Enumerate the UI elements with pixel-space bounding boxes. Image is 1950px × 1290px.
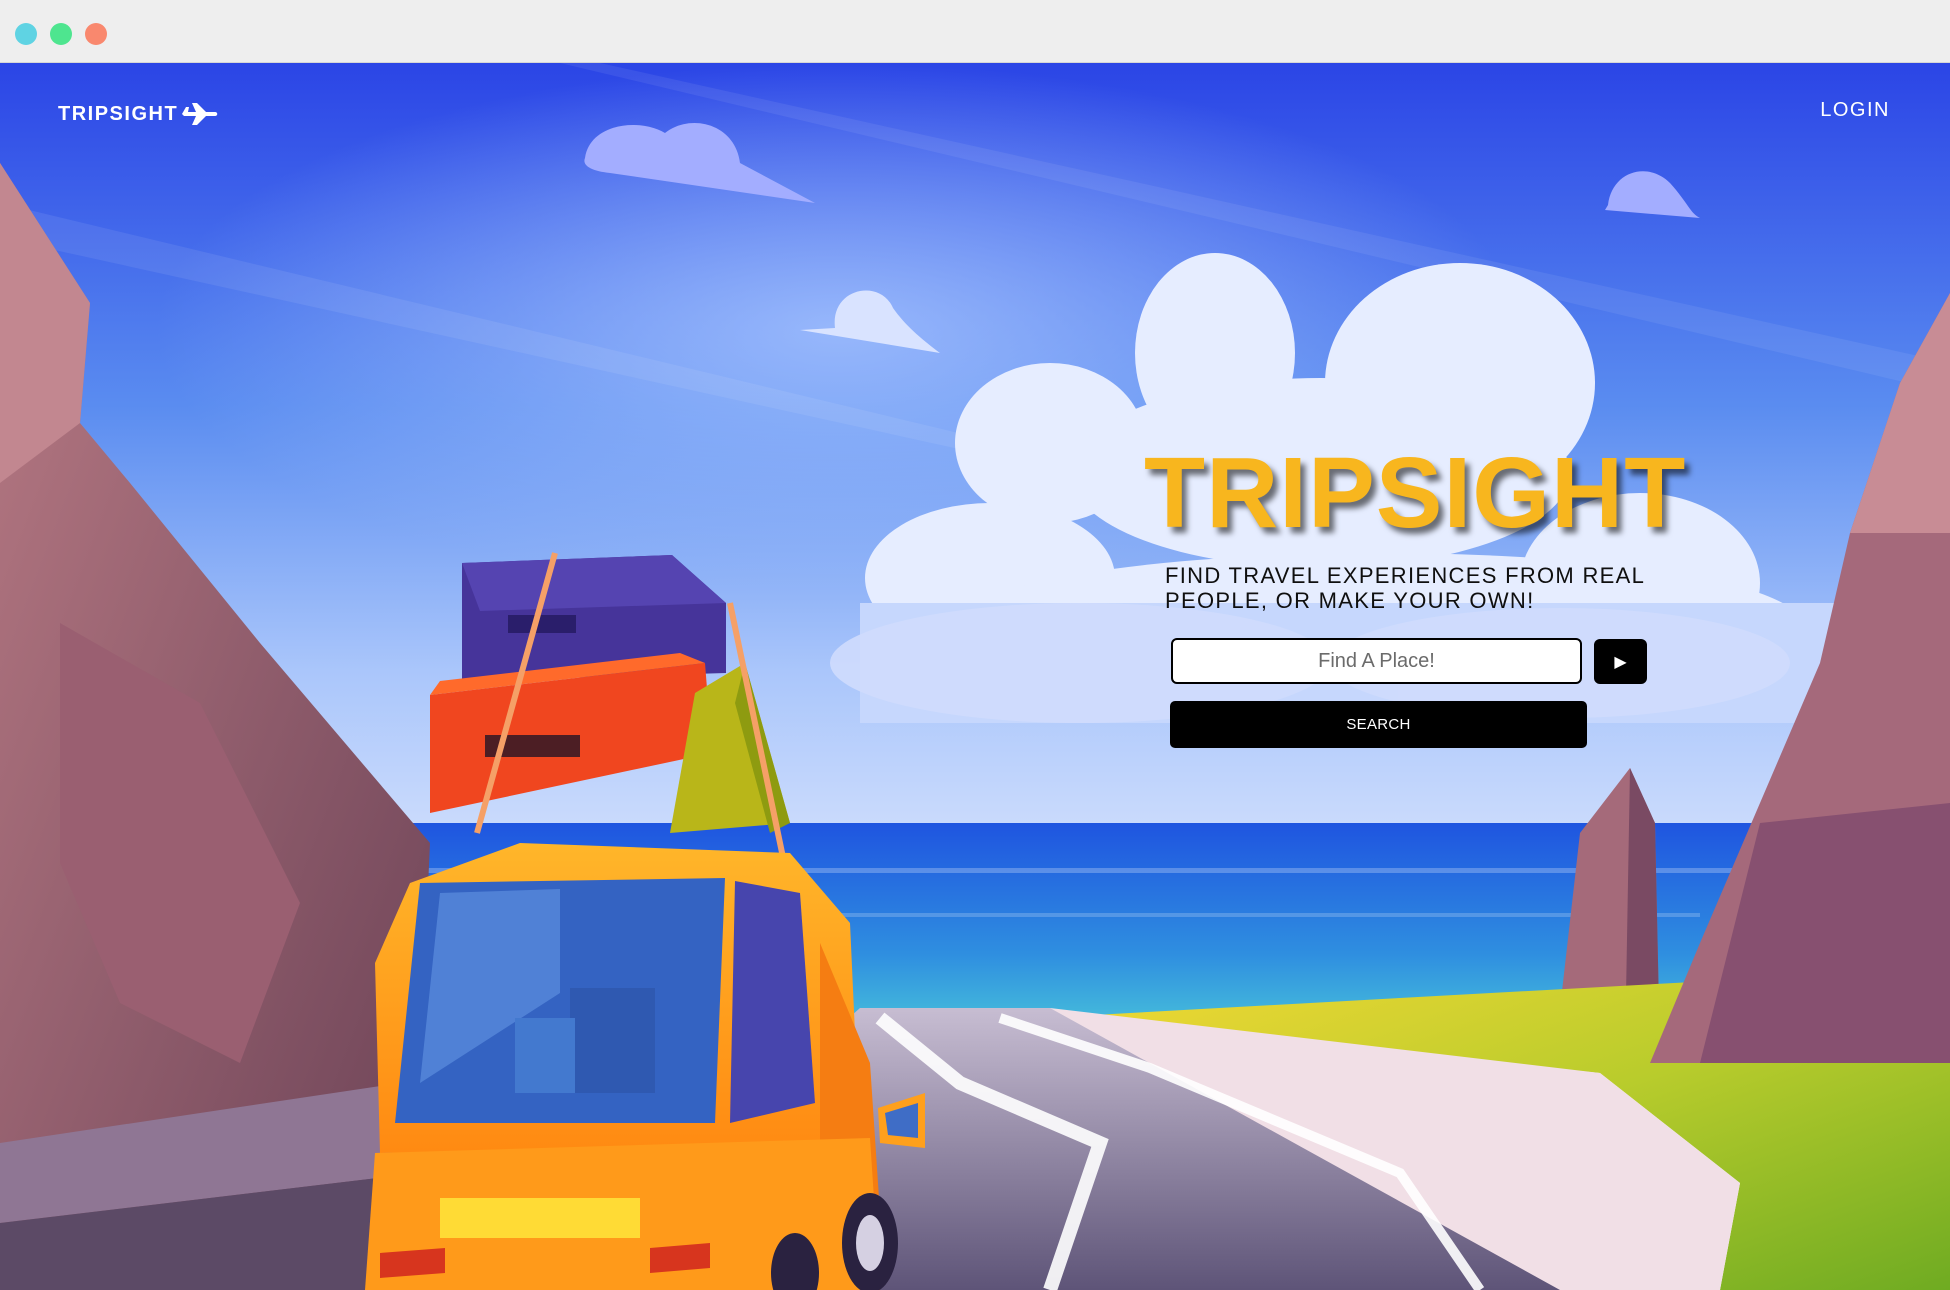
brand-logo-text: TRIPSIGHT [58, 102, 179, 125]
browser-chrome [0, 0, 1950, 63]
page-viewport: TRIPSIGHT LOGIN TRIPSIGHT FIND TRAVEL EX… [0, 63, 1950, 1290]
airplane-icon [182, 101, 218, 127]
play-button[interactable]: ▶ [1594, 639, 1647, 684]
brand-logo[interactable]: TRIPSIGHT [58, 101, 218, 127]
hero-title: TRIPSIGHT [1144, 437, 1687, 549]
background-illustration [0, 63, 1950, 1290]
window-close-dot[interactable] [15, 23, 37, 45]
hero-tagline: FIND TRAVEL EXPERIENCES FROM REAL PEOPLE… [1165, 563, 1645, 613]
window-minimize-dot[interactable] [50, 23, 72, 45]
search-input[interactable] [1171, 638, 1582, 684]
search-button[interactable]: SEARCH [1170, 701, 1587, 748]
window-maximize-dot[interactable] [85, 23, 107, 45]
play-icon: ▶ [1614, 653, 1627, 671]
login-link[interactable]: LOGIN [1820, 99, 1890, 122]
